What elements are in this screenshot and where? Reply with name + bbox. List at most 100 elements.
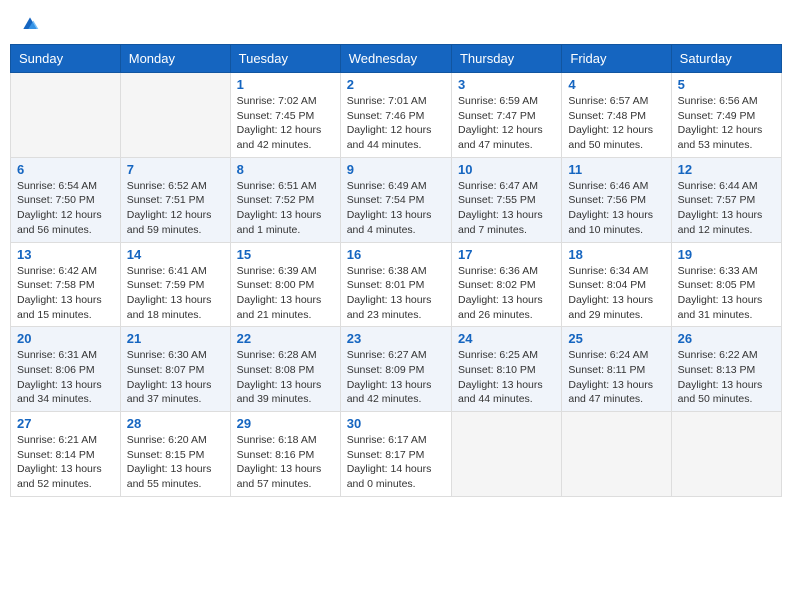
calendar-cell: 9 Sunrise: 6:49 AMSunset: 7:54 PMDaylight… [340,157,451,242]
calendar-header-row: SundayMondayTuesdayWednesdayThursdayFrid… [11,45,782,73]
day-info: Sunrise: 6:20 AMSunset: 8:15 PMDaylight:… [127,433,224,492]
calendar-cell: 20 Sunrise: 6:31 AMSunset: 8:06 PMDayligh… [11,327,121,412]
day-number: 23 [347,331,445,346]
weekday-header: Sunday [11,45,121,73]
calendar-cell: 24 Sunrise: 6:25 AMSunset: 8:10 PMDayligh… [451,327,561,412]
day-info: Sunrise: 6:33 AMSunset: 8:05 PMDaylight:… [678,264,775,323]
day-number: 3 [458,77,555,92]
day-info: Sunrise: 6:42 AMSunset: 7:58 PMDaylight:… [17,264,114,323]
day-number: 11 [568,162,664,177]
day-info: Sunrise: 6:59 AMSunset: 7:47 PMDaylight:… [458,94,555,153]
day-info: Sunrise: 6:31 AMSunset: 8:06 PMDaylight:… [17,348,114,407]
day-number: 27 [17,416,114,431]
calendar-week-row: 1 Sunrise: 7:02 AMSunset: 7:45 PMDaylight… [11,73,782,158]
day-info: Sunrise: 6:54 AMSunset: 7:50 PMDaylight:… [17,179,114,238]
day-number: 9 [347,162,445,177]
calendar-cell: 22 Sunrise: 6:28 AMSunset: 8:08 PMDayligh… [230,327,340,412]
day-info: Sunrise: 6:52 AMSunset: 7:51 PMDaylight:… [127,179,224,238]
day-number: 30 [347,416,445,431]
calendar-cell: 17 Sunrise: 6:36 AMSunset: 8:02 PMDayligh… [451,242,561,327]
day-number: 22 [237,331,334,346]
day-info: Sunrise: 7:02 AMSunset: 7:45 PMDaylight:… [237,94,334,153]
day-number: 8 [237,162,334,177]
calendar-cell [451,412,561,497]
day-info: Sunrise: 6:24 AMSunset: 8:11 PMDaylight:… [568,348,664,407]
day-number: 7 [127,162,224,177]
day-info: Sunrise: 6:41 AMSunset: 7:59 PMDaylight:… [127,264,224,323]
calendar-cell: 3 Sunrise: 6:59 AMSunset: 7:47 PMDaylight… [451,73,561,158]
calendar-cell: 28 Sunrise: 6:20 AMSunset: 8:15 PMDayligh… [120,412,230,497]
day-info: Sunrise: 6:36 AMSunset: 8:02 PMDaylight:… [458,264,555,323]
day-number: 16 [347,247,445,262]
calendar-week-row: 13Sunrise: 6:42 AMSunset: 7:58 PMDayligh… [11,242,782,327]
day-info: Sunrise: 6:46 AMSunset: 7:56 PMDaylight:… [568,179,664,238]
calendar-week-row: 6 Sunrise: 6:54 AMSunset: 7:50 PMDaylight… [11,157,782,242]
calendar-cell: 6 Sunrise: 6:54 AMSunset: 7:50 PMDaylight… [11,157,121,242]
calendar-cell [11,73,121,158]
calendar-cell: 30 Sunrise: 6:17 AMSunset: 8:17 PMDayligh… [340,412,451,497]
day-info: Sunrise: 6:47 AMSunset: 7:55 PMDaylight:… [458,179,555,238]
calendar-cell: 13Sunrise: 6:42 AMSunset: 7:58 PMDayligh… [11,242,121,327]
calendar-cell: 29Sunrise: 6:18 AMSunset: 8:16 PMDayligh… [230,412,340,497]
day-number: 26 [678,331,775,346]
day-info: Sunrise: 6:25 AMSunset: 8:10 PMDaylight:… [458,348,555,407]
day-number: 1 [237,77,334,92]
day-info: Sunrise: 7:01 AMSunset: 7:46 PMDaylight:… [347,94,445,153]
day-number: 4 [568,77,664,92]
day-number: 17 [458,247,555,262]
calendar-cell: 27 Sunrise: 6:21 AMSunset: 8:14 PMDayligh… [11,412,121,497]
day-number: 10 [458,162,555,177]
calendar-cell [120,73,230,158]
calendar-cell: 14Sunrise: 6:41 AMSunset: 7:59 PMDayligh… [120,242,230,327]
calendar-cell: 7 Sunrise: 6:52 AMSunset: 7:51 PMDaylight… [120,157,230,242]
calendar-cell: 23 Sunrise: 6:27 AMSunset: 8:09 PMDayligh… [340,327,451,412]
day-info: Sunrise: 6:18 AMSunset: 8:16 PMDaylight:… [237,433,334,492]
weekday-header: Monday [120,45,230,73]
logo [18,14,40,34]
calendar-cell [562,412,671,497]
day-info: Sunrise: 6:34 AMSunset: 8:04 PMDaylight:… [568,264,664,323]
calendar-cell [671,412,781,497]
calendar-cell: 10 Sunrise: 6:47 AMSunset: 7:55 PMDayligh… [451,157,561,242]
day-number: 18 [568,247,664,262]
day-info: Sunrise: 6:27 AMSunset: 8:09 PMDaylight:… [347,348,445,407]
calendar-cell: 1 Sunrise: 7:02 AMSunset: 7:45 PMDaylight… [230,73,340,158]
day-number: 5 [678,77,775,92]
day-info: Sunrise: 6:30 AMSunset: 8:07 PMDaylight:… [127,348,224,407]
calendar-week-row: 20 Sunrise: 6:31 AMSunset: 8:06 PMDayligh… [11,327,782,412]
day-info: Sunrise: 6:49 AMSunset: 7:54 PMDaylight:… [347,179,445,238]
calendar-cell: 25 Sunrise: 6:24 AMSunset: 8:11 PMDayligh… [562,327,671,412]
day-info: Sunrise: 6:57 AMSunset: 7:48 PMDaylight:… [568,94,664,153]
calendar-cell: 5 Sunrise: 6:56 AMSunset: 7:49 PMDaylight… [671,73,781,158]
calendar-cell: 16 Sunrise: 6:38 AMSunset: 8:01 PMDayligh… [340,242,451,327]
page-header [10,10,782,38]
day-number: 21 [127,331,224,346]
day-info: Sunrise: 6:51 AMSunset: 7:52 PMDaylight:… [237,179,334,238]
weekday-header: Tuesday [230,45,340,73]
day-number: 28 [127,416,224,431]
day-info: Sunrise: 6:22 AMSunset: 8:13 PMDaylight:… [678,348,775,407]
calendar-cell: 21 Sunrise: 6:30 AMSunset: 8:07 PMDayligh… [120,327,230,412]
calendar-table: SundayMondayTuesdayWednesdayThursdayFrid… [10,44,782,497]
day-number: 15 [237,247,334,262]
calendar-cell: 26 Sunrise: 6:22 AMSunset: 8:13 PMDayligh… [671,327,781,412]
calendar-cell: 18 Sunrise: 6:34 AMSunset: 8:04 PMDayligh… [562,242,671,327]
day-info: Sunrise: 6:17 AMSunset: 8:17 PMDaylight:… [347,433,445,492]
day-number: 25 [568,331,664,346]
day-number: 2 [347,77,445,92]
day-info: Sunrise: 6:28 AMSunset: 8:08 PMDaylight:… [237,348,334,407]
day-info: Sunrise: 6:56 AMSunset: 7:49 PMDaylight:… [678,94,775,153]
day-number: 6 [17,162,114,177]
calendar-cell: 11 Sunrise: 6:46 AMSunset: 7:56 PMDayligh… [562,157,671,242]
day-number: 24 [458,331,555,346]
calendar-cell: 15Sunrise: 6:39 AMSunset: 8:00 PMDayligh… [230,242,340,327]
weekday-header: Friday [562,45,671,73]
day-info: Sunrise: 6:38 AMSunset: 8:01 PMDaylight:… [347,264,445,323]
calendar-cell: 2 Sunrise: 7:01 AMSunset: 7:46 PMDaylight… [340,73,451,158]
calendar-cell: 19 Sunrise: 6:33 AMSunset: 8:05 PMDayligh… [671,242,781,327]
day-info: Sunrise: 6:21 AMSunset: 8:14 PMDaylight:… [17,433,114,492]
calendar-cell: 4 Sunrise: 6:57 AMSunset: 7:48 PMDaylight… [562,73,671,158]
logo-icon [20,14,40,34]
day-number: 20 [17,331,114,346]
day-number: 19 [678,247,775,262]
